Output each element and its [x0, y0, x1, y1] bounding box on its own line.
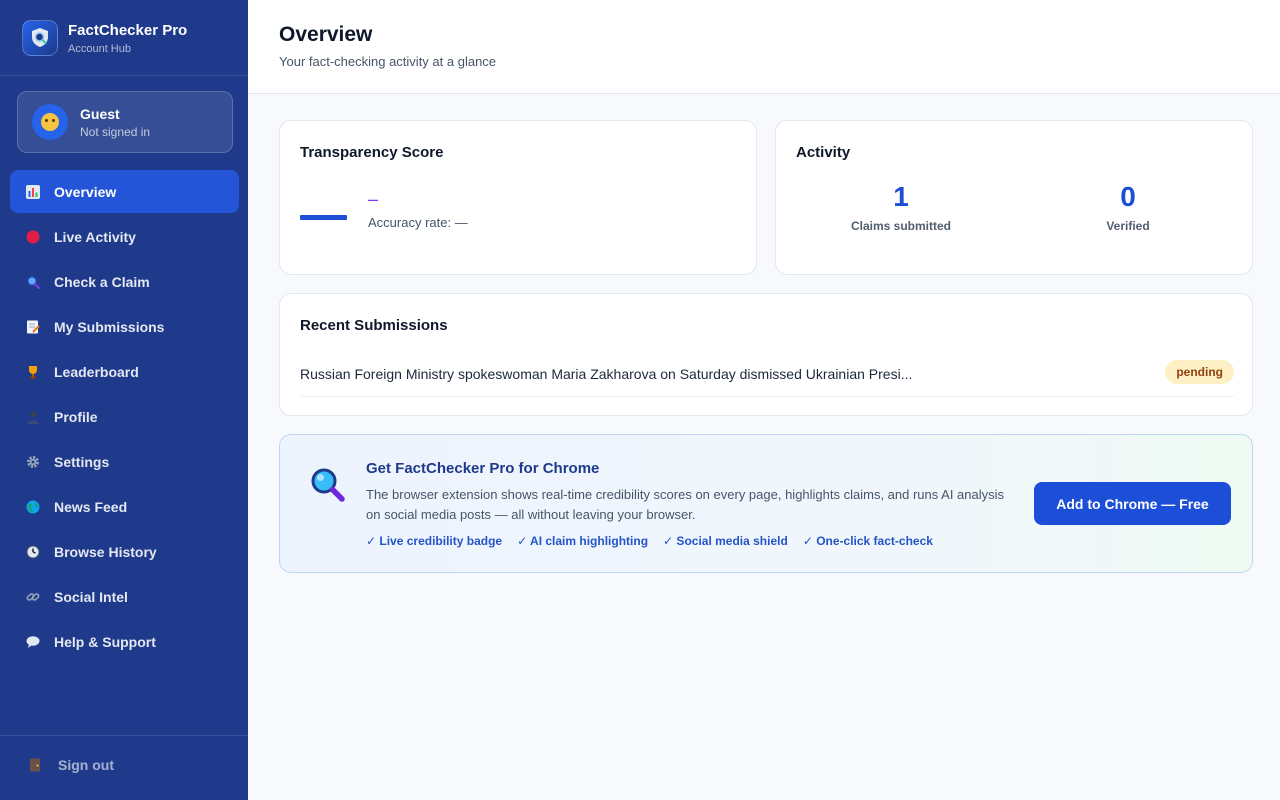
stat-label: Verified	[1106, 219, 1150, 233]
magnifier-icon	[308, 465, 348, 505]
sidebar-item-my-submissions[interactable]: My Submissions	[10, 305, 239, 348]
sidebar-item-label: Help & Support	[54, 633, 156, 650]
sidebar-item-label: News Feed	[54, 498, 128, 515]
sidebar-item-browse-history[interactable]: Browse History	[10, 530, 239, 573]
sidebar-item-label: Leaderboard	[54, 363, 139, 380]
user-status: Not signed in	[80, 124, 151, 139]
score-bar	[300, 215, 347, 220]
sidebar-item-social-intel[interactable]: Social Intel	[10, 575, 239, 618]
sidebar-item-overview[interactable]: Overview	[10, 170, 239, 213]
memo-icon	[26, 320, 40, 334]
stat-value: 0	[1120, 181, 1136, 212]
sidebar-nav: Overview Live Activity Check a Claim My …	[10, 170, 239, 665]
shield-magnifier-logo-icon	[22, 20, 58, 56]
stat-value: 1	[893, 181, 909, 212]
stat-label: Claims submitted	[850, 219, 952, 233]
sidebar-item-leaderboard[interactable]: Leaderboard	[10, 350, 239, 393]
sidebar-item-help-support[interactable]: Help & Support	[10, 620, 239, 663]
sidebar: FactChecker Pro Account Hub Guest Not si…	[0, 0, 248, 800]
link-icon	[26, 590, 40, 604]
sidebar-item-settings[interactable]: Settings	[10, 440, 239, 483]
accuracy-rate: Accuracy rate: —	[368, 215, 468, 230]
card-title: Transparency Score	[300, 144, 444, 161]
feature-item: ✓ Live credibility badge	[366, 534, 503, 548]
sidebar-item-profile[interactable]: Profile	[10, 395, 239, 438]
sidebar-item-live-activity[interactable]: Live Activity	[10, 215, 239, 258]
feature-item: ✓ Social media shield	[663, 534, 788, 548]
promo-features: ✓ Live credibility badge ✓ AI claim high…	[366, 534, 948, 548]
red-dot-icon	[26, 230, 40, 244]
page-header: Overview Your fact-checking activity at …	[248, 0, 1280, 94]
brand-subtitle: Account Hub	[68, 42, 131, 55]
person-icon	[26, 410, 40, 424]
list-item[interactable]: Russian Foreign Ministry spokeswoman Mar…	[300, 358, 1234, 397]
sidebar-item-label: Browse History	[54, 543, 157, 560]
sidebar-item-label: Overview	[54, 183, 117, 200]
sidebar-item-check-a-claim[interactable]: Check a Claim	[10, 260, 239, 303]
speech-bubble-icon	[26, 635, 40, 649]
page-subtitle: Your fact-checking activity at a glance	[279, 54, 497, 69]
clock-icon	[26, 545, 40, 559]
activity-card: Activity 1 Claims submitted 0 Verified	[775, 120, 1253, 275]
card-title: Activity	[796, 144, 851, 161]
score-value: –	[368, 189, 379, 209]
transparency-score-card: Transparency Score – Accuracy rate: —	[279, 120, 757, 275]
user-card[interactable]: Guest Not signed in	[17, 91, 233, 153]
magnifier-icon	[26, 275, 40, 289]
feature-item: ✓ One-click fact-check	[802, 534, 933, 548]
trophy-icon	[26, 365, 40, 379]
card-title: Recent Submissions	[300, 317, 448, 334]
sidebar-item-label: Profile	[54, 408, 98, 425]
globe-icon	[26, 500, 40, 514]
stat-claims-submitted: 1 Claims submitted	[831, 181, 971, 233]
sidebar-item-label: Live Activity	[54, 228, 136, 245]
sidebar-item-label: Social Intel	[54, 588, 128, 605]
smiley-face-icon	[41, 113, 59, 131]
promo-title: Get FactChecker Pro for Chrome	[366, 460, 600, 477]
page-title: Overview	[279, 23, 373, 46]
sidebar-divider	[0, 75, 248, 76]
gear-icon	[26, 455, 40, 469]
bar-chart-icon	[26, 184, 40, 199]
sign-out-label: Sign out	[58, 757, 114, 773]
sidebar-item-label: Settings	[54, 453, 110, 470]
status-badge: pending	[1165, 360, 1234, 384]
submission-text: Russian Foreign Ministry spokeswoman Mar…	[300, 366, 913, 382]
sidebar-item-news-feed[interactable]: News Feed	[10, 485, 239, 528]
sidebar-item-label: Check a Claim	[54, 273, 150, 290]
door-icon	[28, 758, 42, 772]
avatar	[32, 104, 68, 140]
brand[interactable]: FactChecker Pro Account Hub	[22, 20, 187, 56]
add-to-chrome-button[interactable]: Add to Chrome — Free	[1034, 482, 1231, 525]
promo-description: The browser extension shows real-time cr…	[366, 487, 1005, 522]
stat-verified: 0 Verified	[1058, 181, 1198, 233]
user-name: Guest	[80, 105, 120, 122]
recent-submissions-card: Recent Submissions Russian Foreign Minis…	[279, 293, 1253, 416]
feature-item: ✓ AI claim highlighting	[517, 534, 649, 548]
sign-out-button[interactable]: Sign out	[28, 757, 114, 773]
sidebar-item-label: My Submissions	[54, 318, 165, 335]
brand-title: FactChecker Pro	[68, 21, 188, 39]
sidebar-divider	[0, 735, 248, 736]
chrome-extension-promo: Get FactChecker Pro for Chrome The brows…	[279, 434, 1253, 573]
